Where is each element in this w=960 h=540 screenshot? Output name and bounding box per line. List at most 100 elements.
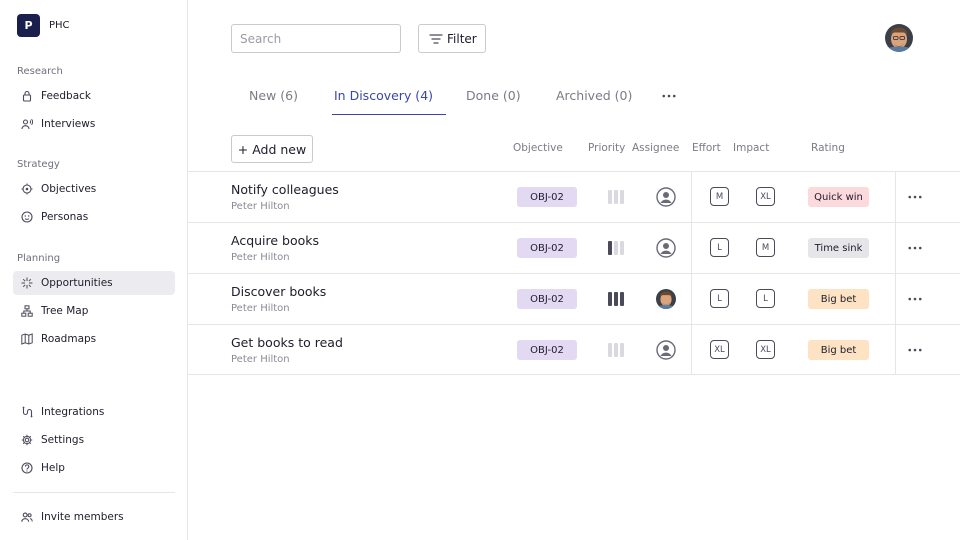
workspace-brand[interactable]: P PHC <box>17 14 70 37</box>
column-header-priority[interactable]: Priority <box>588 142 625 154</box>
map-icon <box>21 333 33 345</box>
sidebar-item-roadmaps[interactable]: Roadmaps <box>13 327 175 351</box>
priority-bar <box>614 343 618 357</box>
users-icon <box>21 511 33 523</box>
effort-badge[interactable]: L <box>710 289 729 308</box>
filter-button[interactable]: Filter <box>418 24 486 53</box>
assignee-avatar[interactable] <box>656 238 676 258</box>
objective-badge[interactable]: OBJ-02 <box>517 238 577 258</box>
sidebar-item-personas[interactable]: Personas <box>13 205 175 229</box>
face-icon <box>21 211 33 223</box>
effort-badge[interactable]: M <box>710 187 729 206</box>
tab-archived[interactable]: Archived (0) <box>556 88 632 103</box>
column-header-effort[interactable]: Effort <box>692 142 721 154</box>
column-header-assignee[interactable]: Assignee <box>632 142 679 154</box>
priority-bar <box>620 292 624 306</box>
effort-badge[interactable]: L <box>710 238 729 257</box>
sidebar-item-feedback[interactable]: Feedback <box>13 84 175 108</box>
priority-indicator[interactable] <box>608 292 624 306</box>
priority-bar <box>608 343 612 357</box>
rating-badge[interactable]: Quick win <box>808 187 869 207</box>
priority-bar <box>608 241 612 255</box>
workspace-logo: P <box>17 14 40 37</box>
priority-bar <box>614 292 618 306</box>
tab-done[interactable]: Done (0) <box>466 88 521 103</box>
rating-badge[interactable]: Time sink <box>808 238 869 258</box>
sidebar-item-help[interactable]: Help <box>13 456 175 480</box>
impact-badge[interactable]: XL <box>756 187 775 206</box>
more-horizontal-icon <box>662 94 676 98</box>
target-icon <box>21 183 33 195</box>
rating-badge[interactable]: Big bet <box>808 289 869 309</box>
rating-badge[interactable]: Big bet <box>808 340 869 360</box>
sidebar-item-tree-map[interactable]: Tree Map <box>13 299 175 323</box>
sidebar-item-label: Objectives <box>41 183 97 195</box>
opportunity-title[interactable]: Get books to read <box>231 335 343 350</box>
row-more-button[interactable] <box>904 189 926 205</box>
add-new-button[interactable]: + Add new <box>231 135 313 163</box>
tab-in-discovery[interactable]: In Discovery (4) <box>334 88 433 103</box>
search-input[interactable] <box>231 24 401 53</box>
sidebar-item-label: Integrations <box>41 406 105 418</box>
assignee-avatar[interactable] <box>656 289 676 309</box>
priority-indicator[interactable] <box>608 343 624 357</box>
column-header-rating[interactable]: Rating <box>811 142 845 154</box>
active-tab-indicator <box>332 114 446 115</box>
integrations-icon <box>21 406 33 418</box>
row-more-button[interactable] <box>904 342 926 358</box>
column-divider <box>895 223 896 273</box>
sidebar-item-settings[interactable]: Settings <box>13 428 175 452</box>
sidebar-item-integrations[interactable]: Integrations <box>13 400 175 424</box>
column-header-objective[interactable]: Objective <box>513 142 563 154</box>
objective-badge[interactable]: OBJ-02 <box>517 187 577 207</box>
column-divider <box>895 325 896 375</box>
opportunity-title[interactable]: Discover books <box>231 284 326 299</box>
sidebar-divider <box>13 492 175 493</box>
priority-bar <box>614 190 618 204</box>
priority-indicator[interactable] <box>608 190 624 204</box>
tab-new[interactable]: New (6) <box>249 88 298 103</box>
impact-badge[interactable]: XL <box>756 340 775 359</box>
sidebar-item-objectives[interactable]: Objectives <box>13 177 175 201</box>
sidebar-item-label: Help <box>41 462 65 474</box>
table-row[interactable]: Discover books Peter Hilton OBJ-02 L L Big be… <box>188 273 960 324</box>
objective-badge[interactable]: OBJ-02 <box>517 340 577 360</box>
impact-badge[interactable]: L <box>756 289 775 308</box>
more-horizontal-icon <box>908 348 922 352</box>
table-row[interactable]: Get books to read Peter Hilton OBJ-02 XL XL B… <box>188 324 960 375</box>
column-divider <box>691 325 692 375</box>
filter-icon <box>429 33 443 44</box>
column-header-impact[interactable]: Impact <box>733 142 769 154</box>
priority-bar <box>620 343 624 357</box>
row-more-button[interactable] <box>904 291 926 307</box>
more-horizontal-icon <box>908 297 922 301</box>
objective-badge[interactable]: OBJ-02 <box>517 289 577 309</box>
more-horizontal-icon <box>908 246 922 250</box>
table-row[interactable]: Notify colleagues Peter Hilton OBJ-02 M XL Qu… <box>188 171 960 222</box>
help-icon <box>21 462 33 474</box>
opportunity-title[interactable]: Acquire books <box>231 233 319 248</box>
sidebar-item-label: Personas <box>41 211 89 223</box>
table-row[interactable]: Acquire books Peter Hilton OBJ-02 L M Time si… <box>188 222 960 273</box>
impact-badge[interactable]: M <box>756 238 775 257</box>
tabs-more-button[interactable] <box>660 88 678 104</box>
row-more-button[interactable] <box>904 240 926 256</box>
sidebar-item-interviews[interactable]: Interviews <box>13 112 175 136</box>
sidebar-item-label: Roadmaps <box>41 333 97 345</box>
priority-bar <box>608 190 612 204</box>
opportunity-title[interactable]: Notify colleagues <box>231 182 339 197</box>
column-divider <box>691 274 692 324</box>
effort-badge[interactable]: XL <box>710 340 729 359</box>
column-divider <box>691 172 692 222</box>
opportunity-owner: Peter Hilton <box>231 201 290 212</box>
invite-members-button[interactable]: Invite members <box>13 505 175 529</box>
assignee-avatar[interactable] <box>656 187 676 207</box>
assignee-avatar[interactable] <box>656 340 676 360</box>
column-divider <box>895 172 896 222</box>
priority-indicator[interactable] <box>608 241 624 255</box>
sidebar: P PHC Research Feedback Interviews Strat… <box>0 0 188 540</box>
sidebar-item-opportunities[interactable]: Opportunities <box>13 271 175 295</box>
column-divider <box>691 223 692 273</box>
user-avatar[interactable] <box>885 24 913 52</box>
sidebar-item-label: Feedback <box>41 90 92 102</box>
